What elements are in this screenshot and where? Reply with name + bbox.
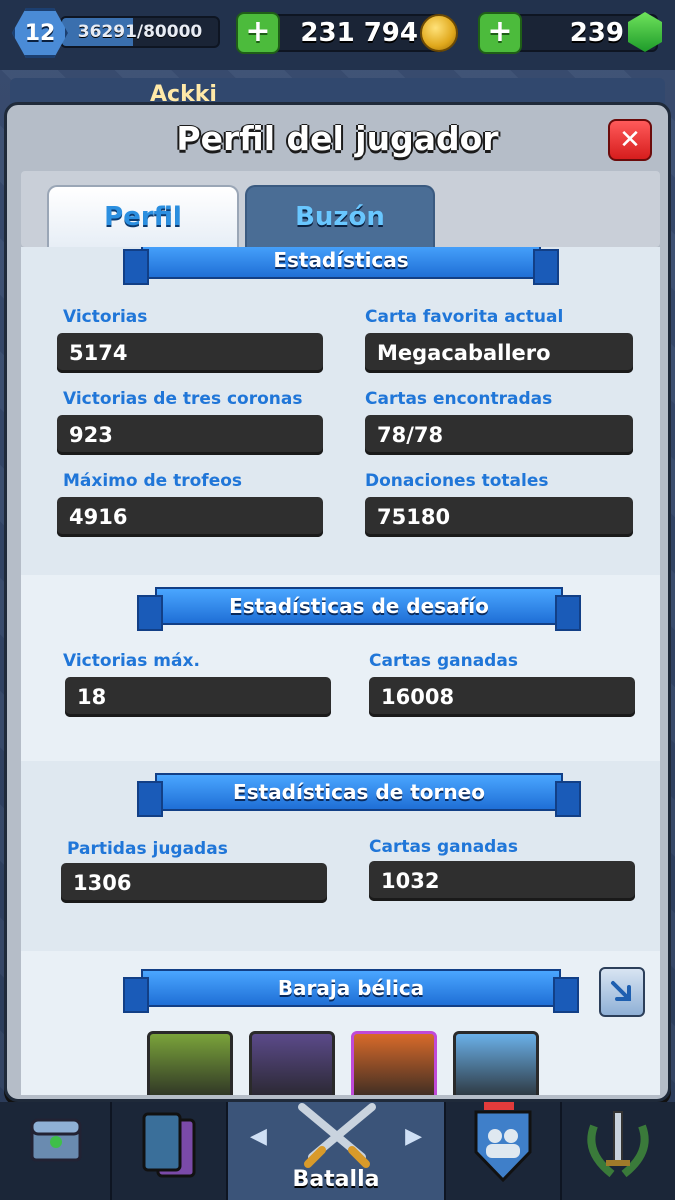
stat-value: 4916 bbox=[57, 497, 323, 537]
tournament-ribbon: Estadísticas de torneo bbox=[137, 773, 581, 817]
nav-battle[interactable]: ◀ ▶ Batalla bbox=[228, 1102, 446, 1200]
tournament-section: Estadísticas de torneo Partidas jugadas … bbox=[21, 761, 660, 951]
chevron-right-icon[interactable]: ▶ bbox=[405, 1124, 422, 1149]
profile-content[interactable]: Estadísticas Victorias 5174 Carta favori… bbox=[21, 247, 660, 1095]
chest-icon bbox=[30, 1118, 82, 1162]
bats-card-icon[interactable] bbox=[249, 1031, 335, 1095]
zap-card-icon[interactable] bbox=[453, 1031, 539, 1095]
stat-label: Cartas ganadas bbox=[369, 837, 518, 857]
xp-progress-text: 36291/80000 bbox=[77, 22, 203, 42]
graveyard-card-icon[interactable] bbox=[351, 1031, 437, 1095]
stat-label: Carta favorita actual bbox=[365, 307, 564, 327]
goblin-card-icon[interactable] bbox=[147, 1031, 233, 1095]
deck-section: Baraja bélica bbox=[21, 951, 660, 1095]
stat-label: Cartas ganadas bbox=[369, 651, 518, 671]
clan-shield-icon bbox=[474, 1110, 532, 1183]
nav-tournaments[interactable] bbox=[562, 1102, 675, 1200]
bottom-navigation: ◀ ▶ Batalla bbox=[0, 1102, 675, 1200]
stat-value: 78/78 bbox=[365, 415, 633, 455]
buy-gems-button[interactable]: + bbox=[478, 12, 522, 54]
stat-value: 1306 bbox=[61, 863, 327, 903]
arrow-diagonal-icon bbox=[611, 981, 631, 1001]
xp-progress-bar: 36291/80000 bbox=[60, 16, 220, 48]
gold-coin-icon bbox=[420, 14, 458, 52]
nav-cards[interactable] bbox=[112, 1102, 228, 1200]
challenge-ribbon: Estadísticas de desafío bbox=[137, 587, 581, 631]
dialog-title: Perfil del jugador bbox=[176, 119, 499, 158]
stat-label: Donaciones totales bbox=[365, 471, 549, 491]
top-status-bar: 36291/80000 12 + 231 794 + 239 bbox=[0, 0, 675, 70]
stat-value: Megacaballero bbox=[365, 333, 633, 373]
nav-battle-label: Batalla bbox=[292, 1167, 380, 1192]
deck-ribbon: Baraja bélica bbox=[123, 969, 579, 1013]
tab-bar: Perfil Buzón bbox=[21, 171, 660, 247]
chevron-left-icon[interactable]: ◀ bbox=[250, 1124, 267, 1149]
gold-amount: 231 794 bbox=[300, 18, 418, 48]
nav-clan[interactable] bbox=[446, 1102, 562, 1200]
notification-badge bbox=[484, 1102, 514, 1110]
deck-cards-row bbox=[147, 1031, 547, 1095]
stat-value: 923 bbox=[57, 415, 323, 455]
laurel-sword-icon bbox=[587, 1111, 649, 1178]
stat-value: 5174 bbox=[57, 333, 323, 373]
nav-chest[interactable] bbox=[0, 1102, 112, 1200]
stat-label: Victorias máx. bbox=[63, 651, 200, 671]
close-button[interactable]: ✕ bbox=[608, 119, 652, 161]
close-icon: ✕ bbox=[619, 125, 641, 155]
cards-icon bbox=[142, 1112, 196, 1178]
challenge-section: Estadísticas de desafío Victorias máx. 1… bbox=[21, 575, 660, 761]
player-profile-dialog: Perfil del jugador ✕ Perfil Buzón Estadí… bbox=[4, 102, 671, 1102]
tab-perfil[interactable]: Perfil bbox=[47, 185, 239, 247]
stat-value: 18 bbox=[65, 677, 331, 717]
stats-ribbon: Estadísticas bbox=[123, 247, 559, 285]
copy-deck-button[interactable] bbox=[599, 967, 645, 1017]
stats-section: Estadísticas Victorias 5174 Carta favori… bbox=[21, 247, 660, 575]
stat-value: 1032 bbox=[369, 861, 635, 901]
level-badge[interactable]: 12 bbox=[12, 8, 68, 58]
buy-gold-button[interactable]: + bbox=[236, 12, 280, 54]
tab-buzon[interactable]: Buzón bbox=[245, 185, 435, 247]
stat-value: 16008 bbox=[369, 677, 635, 717]
stat-label: Victorias de tres coronas bbox=[63, 389, 303, 409]
crossed-swords-icon bbox=[298, 1103, 376, 1168]
stat-label: Máximo de trofeos bbox=[63, 471, 243, 491]
stat-label: Partidas jugadas bbox=[67, 839, 228, 859]
stat-value: 75180 bbox=[365, 497, 633, 537]
stat-label: Victorias bbox=[63, 307, 148, 327]
stat-label: Cartas encontradas bbox=[365, 389, 553, 409]
gem-amount: 239 bbox=[569, 18, 624, 48]
